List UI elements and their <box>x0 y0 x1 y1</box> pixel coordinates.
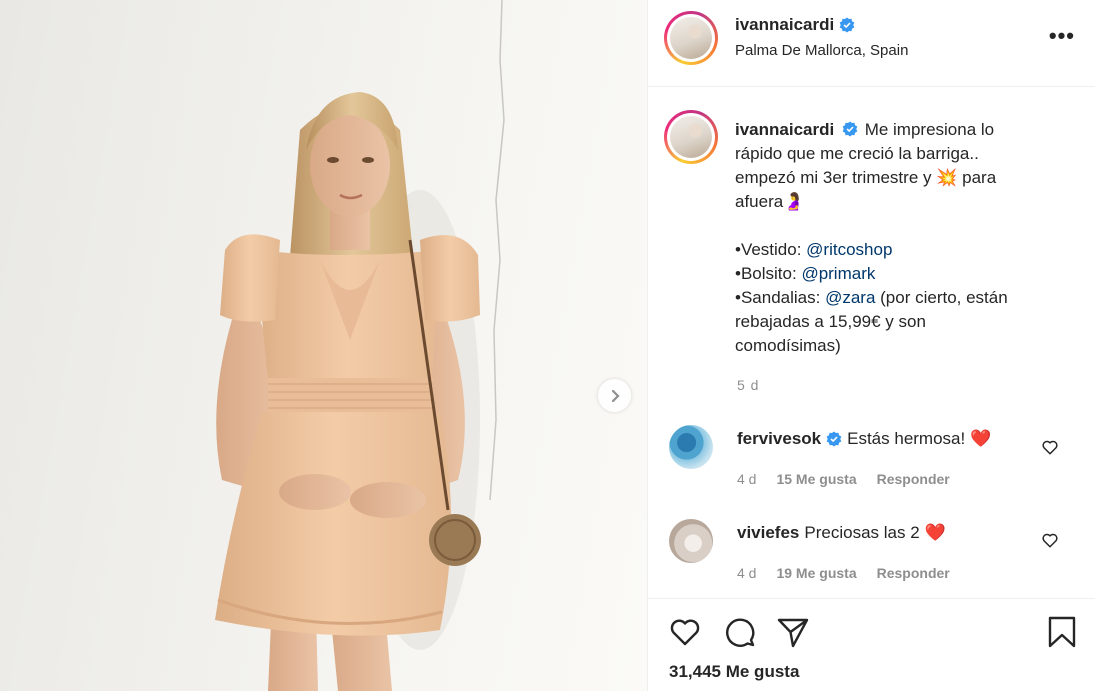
post-caption: ivannaicardi Me impresiona lo rápido que… <box>735 118 1055 358</box>
heart-icon[interactable] <box>668 615 702 649</box>
comment-icon[interactable] <box>723 615 757 649</box>
caption-line: •Vestido: <box>735 240 807 259</box>
red-heart-emoji: ❤️ <box>924 523 946 542</box>
caption-line: empezó mi 3er trimestre y <box>735 168 937 187</box>
more-options-icon[interactable]: ••• <box>1049 25 1075 47</box>
author-avatar[interactable] <box>664 11 718 65</box>
caption-avatar[interactable] <box>664 110 718 164</box>
post-location[interactable]: Palma De Mallorca, Spain <box>735 42 908 59</box>
commenter-username[interactable]: viviefes <box>737 523 799 543</box>
heart-icon[interactable] <box>1041 438 1059 456</box>
share-icon[interactable] <box>776 615 810 649</box>
caption-line: comodísimas) <box>735 336 841 355</box>
pregnant-emoji: 🤰 <box>783 192 805 211</box>
verified-badge-icon <box>842 121 858 137</box>
caption-line: rápido que me creció la barriga.. <box>735 144 979 163</box>
post-photo-illustration <box>215 0 505 691</box>
mention-link[interactable]: @ritcoshop <box>806 240 892 259</box>
caption-line: (por cierto, están <box>875 288 1008 307</box>
caption-line: •Sandalias: <box>735 288 826 307</box>
post-photo[interactable] <box>0 0 647 691</box>
mention-link[interactable]: @zara <box>825 288 875 307</box>
heart-icon[interactable] <box>1041 531 1059 549</box>
caption-line: afuera <box>735 192 784 211</box>
caption-line: para <box>957 168 997 187</box>
commenter-avatar[interactable] <box>669 519 713 563</box>
post-age[interactable]: 5 d <box>737 377 759 393</box>
comment-age[interactable]: 4 d <box>737 565 756 581</box>
collision-emoji: 💥 <box>936 168 958 187</box>
post-side-panel: ivannaicardi Palma De Mallorca, Spain ••… <box>647 0 1095 691</box>
author-username[interactable]: ivannaicardi <box>735 15 855 35</box>
next-photo-button[interactable] <box>598 379 631 412</box>
reply-button[interactable]: Responder <box>877 471 950 487</box>
red-heart-emoji: ❤️ <box>970 429 992 448</box>
likes-count[interactable]: 31,445 Me gusta <box>669 662 799 682</box>
bookmark-icon[interactable] <box>1045 615 1079 649</box>
comment-age[interactable]: 4 d <box>737 471 756 487</box>
comment-likes[interactable]: 19 Me gusta <box>776 565 856 581</box>
comment-text: Estás hermosa! <box>847 429 966 448</box>
caption-line: rebajadas a 15,99€ y son <box>735 312 926 331</box>
comment-likes[interactable]: 15 Me gusta <box>776 471 856 487</box>
comment-text: Preciosas las 2 <box>804 523 920 542</box>
reply-button[interactable]: Responder <box>877 565 950 581</box>
caption-line: Me impresiona lo <box>864 120 995 139</box>
chevron-right-icon <box>611 389 620 402</box>
post-header: ivannaicardi Palma De Mallorca, Spain ••… <box>648 0 1095 87</box>
mention-link[interactable]: @primark <box>801 264 875 283</box>
commenter-username[interactable]: fervivesok <box>737 429 821 449</box>
commenter-avatar[interactable] <box>669 425 713 469</box>
caption-line: •Bolsito: <box>735 264 802 283</box>
post-actions: 31,445 Me gusta <box>648 598 1095 691</box>
verified-badge-icon <box>839 17 855 33</box>
verified-badge-icon <box>826 431 842 447</box>
caption-username[interactable]: ivannaicardi <box>735 120 834 139</box>
